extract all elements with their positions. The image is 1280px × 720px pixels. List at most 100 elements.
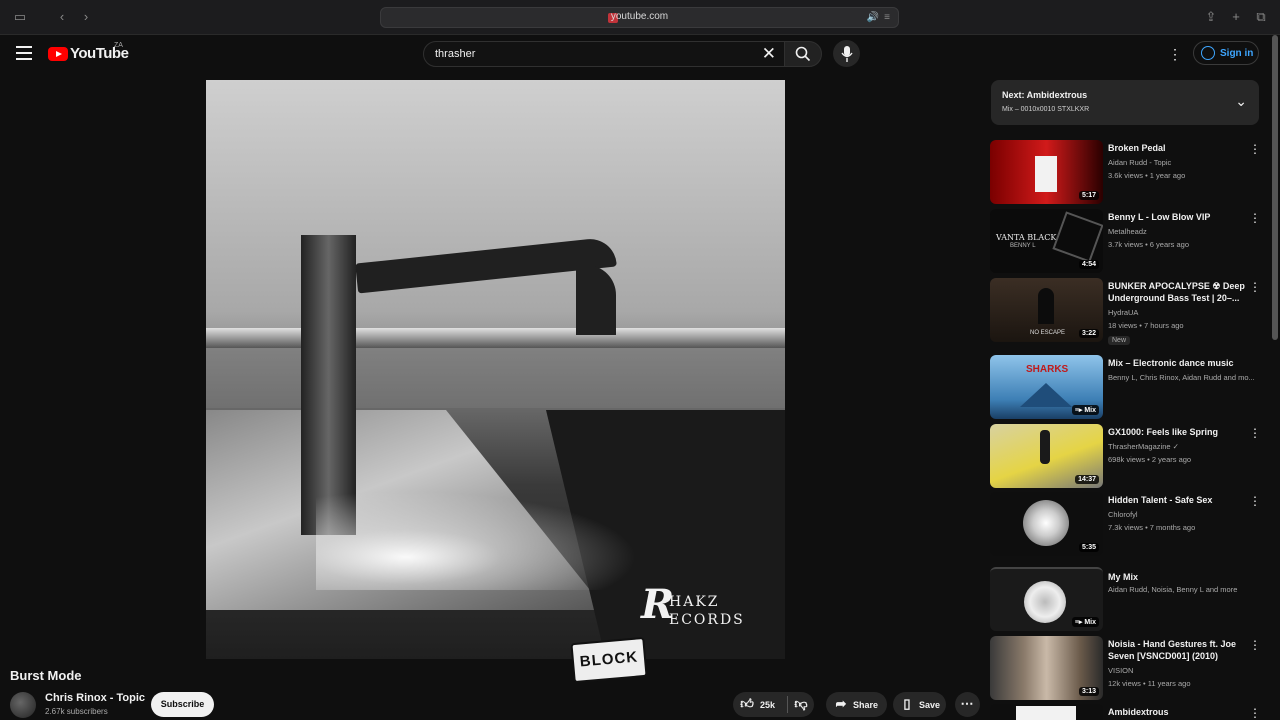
address-bar[interactable]: youtube.com 🔊 ≡ bbox=[380, 7, 899, 28]
recommendation-item[interactable]: 5:35 Hidden Talent - Safe Sex Chlorofyl … bbox=[990, 492, 1261, 558]
rec-title[interactable]: Ambidextrous bbox=[1108, 706, 1250, 718]
subscribe-button[interactable]: Subscribe bbox=[151, 692, 214, 717]
thumb-record bbox=[1023, 500, 1069, 546]
mix-label: Mix bbox=[1084, 619, 1096, 626]
video-thumbnail[interactable]: 3:13 bbox=[990, 636, 1103, 700]
rec-channel: Aidan Rudd, Noisia, Benny L and more bbox=[1108, 585, 1238, 594]
bookmark-icon: ▯ bbox=[903, 696, 911, 711]
rec-channel[interactable]: Metalheadz bbox=[1108, 227, 1258, 236]
menu-icon[interactable] bbox=[16, 46, 32, 60]
sign-in-label: Sign in bbox=[1220, 48, 1254, 59]
rec-channel[interactable]: ThrasherMagazine ✓ bbox=[1108, 442, 1258, 451]
video-player[interactable]: R HAKZ ECORDS bbox=[206, 80, 785, 659]
rec-title[interactable]: Broken Pedal bbox=[1108, 142, 1250, 154]
rec-menu-icon[interactable]: ⋮ bbox=[1249, 142, 1261, 156]
rec-title[interactable]: Mix – Electronic dance music bbox=[1108, 357, 1250, 369]
video-thumbnail[interactable]: 14:37 bbox=[990, 424, 1103, 488]
rec-meta: 3.7k views • 6 years ago bbox=[1108, 240, 1189, 249]
mix-label: Mix bbox=[1084, 407, 1096, 414]
rec-title[interactable]: BUNKER APOCALYPSE ☢ Deep Underground Bas… bbox=[1108, 280, 1250, 304]
share-button[interactable]: ➦ Share bbox=[826, 692, 887, 717]
rec-menu-icon[interactable]: ⋮ bbox=[1249, 494, 1261, 508]
like-icon[interactable]: 👍︎ bbox=[740, 697, 754, 711]
recommendation-item[interactable]: 5:17 Broken Pedal Aidan Rudd - Topic 3.6… bbox=[990, 140, 1261, 206]
channel-name[interactable]: Chris Rinox - Topic bbox=[45, 692, 145, 704]
duration-badge: 3:13 bbox=[1078, 687, 1099, 696]
rec-menu-icon[interactable]: ⋮ bbox=[1249, 280, 1261, 294]
search-button[interactable] bbox=[784, 41, 822, 67]
like-dislike-group: 👍︎ 25k 👎︎ bbox=[733, 692, 814, 717]
rec-menu-icon[interactable]: ⋮ bbox=[1249, 211, 1261, 225]
duration-badge: 14:37 bbox=[1075, 475, 1099, 484]
like-count[interactable]: 25k bbox=[760, 700, 775, 710]
thumb-subtext: BENNY L bbox=[1010, 243, 1036, 249]
sign-in-button[interactable]: Sign in bbox=[1193, 41, 1259, 65]
block-stamp: BLOCK bbox=[570, 636, 648, 684]
chevron-down-icon[interactable]: ⌄ bbox=[1235, 93, 1247, 110]
video-thumbnail[interactable]: 5:17 bbox=[990, 140, 1103, 204]
page-scrollbar[interactable] bbox=[1272, 35, 1278, 340]
logo-line-1: HAKZ bbox=[669, 594, 720, 610]
video-thumbnail[interactable]: NO ESCAPE 3:22 bbox=[990, 278, 1103, 342]
next-up-card[interactable]: Next: Ambidextrous Mix – 0010x0010 STXLK… bbox=[991, 80, 1259, 125]
rec-title[interactable]: Hidden Talent - Safe Sex bbox=[1108, 494, 1250, 506]
video-thumbnail[interactable]: VANTA BLACK BENNY L 4:54 bbox=[990, 209, 1103, 273]
rec-channel[interactable]: HydraUA bbox=[1108, 308, 1258, 317]
rec-title[interactable]: GX1000: Feels like Spring bbox=[1108, 426, 1250, 438]
recommendation-item[interactable]: Ambidextrous ⋮ bbox=[990, 704, 1261, 720]
search-input[interactable]: thrasher ✕ bbox=[423, 41, 785, 67]
mic-icon bbox=[841, 46, 853, 62]
rec-channel[interactable]: Chlorofyl bbox=[1108, 510, 1258, 519]
rec-menu-icon[interactable]: ⋮ bbox=[1249, 426, 1261, 440]
rec-channel[interactable]: VISION bbox=[1108, 666, 1258, 675]
back-icon[interactable]: ‹ bbox=[54, 9, 70, 25]
tabs-overview-icon[interactable]: ⧉ bbox=[1253, 9, 1269, 25]
rec-title[interactable]: My Mix bbox=[1108, 571, 1250, 583]
rec-menu-icon[interactable]: ⋮ bbox=[1249, 706, 1261, 720]
search-value: thrasher bbox=[435, 48, 476, 60]
new-tab-icon[interactable]: + bbox=[1228, 9, 1244, 25]
recommendation-item[interactable]: NO ESCAPE 3:22 BUNKER APOCALYPSE ☢ Deep … bbox=[990, 278, 1261, 352]
rec-meta: 698k views • 2 years ago bbox=[1108, 455, 1192, 464]
video-thumbnail[interactable] bbox=[990, 704, 1103, 720]
search-icon bbox=[795, 46, 811, 62]
rec-title[interactable]: Benny L - Low Blow VIP bbox=[1108, 211, 1250, 223]
save-button[interactable]: ▯ Save bbox=[893, 692, 946, 717]
channel-avatar[interactable] bbox=[10, 692, 36, 718]
video-thumbnail[interactable]: 5:35 bbox=[990, 492, 1103, 556]
thumb-record bbox=[1024, 581, 1066, 623]
duration-badge: 5:17 bbox=[1078, 191, 1099, 200]
next-subtitle: Mix – 0010x0010 STXLKXR bbox=[1002, 106, 1090, 113]
rec-meta: 12k views • 11 years ago bbox=[1108, 679, 1191, 688]
video-thumbnail[interactable]: SHARKS ≡▸ Mix bbox=[990, 355, 1103, 419]
share-page-icon[interactable]: ⇪ bbox=[1203, 9, 1219, 25]
forward-icon[interactable]: › bbox=[78, 9, 94, 25]
rec-channel[interactable]: Aidan Rudd - Topic bbox=[1108, 158, 1258, 167]
sidebar-toggle-icon[interactable]: ▭ bbox=[12, 9, 28, 25]
recommendation-item[interactable]: ≡▸ Mix My Mix Aidan Rudd, Noisia, Benny … bbox=[990, 567, 1260, 633]
clear-icon[interactable]: ✕ bbox=[762, 44, 776, 64]
video-title: Burst Mode bbox=[10, 668, 82, 683]
recommendation-item[interactable]: VANTA BLACK BENNY L 4:54 Benny L - Low B… bbox=[990, 209, 1261, 275]
voice-search-button[interactable] bbox=[833, 40, 860, 67]
rec-menu-icon[interactable]: ⋮ bbox=[1249, 638, 1261, 652]
more-icon: ⋯ bbox=[960, 696, 974, 711]
video-thumbnail[interactable]: ≡▸ Mix bbox=[990, 567, 1103, 631]
youtube-logo[interactable]: YouTube ZA bbox=[48, 42, 129, 65]
reader-icon[interactable]: ≡ bbox=[879, 10, 895, 26]
rec-meta: 3.6k views • 1 year ago bbox=[1108, 171, 1186, 180]
art-rail bbox=[206, 328, 785, 348]
duration-badge: 3:22 bbox=[1078, 329, 1099, 338]
dislike-icon[interactable]: 👎︎ bbox=[794, 697, 808, 711]
rec-meta: 18 views • 7 hours ago bbox=[1108, 321, 1184, 330]
logo-line-2: ECORDS bbox=[669, 612, 745, 628]
more-actions-button[interactable]: ⋯ bbox=[955, 692, 980, 717]
recommendation-item[interactable]: SHARKS ≡▸ Mix Mix – Electronic dance mus… bbox=[990, 355, 1260, 421]
recommendation-item[interactable]: 14:37 GX1000: Feels like Spring Thrasher… bbox=[990, 424, 1261, 490]
new-badge: New bbox=[1108, 336, 1131, 345]
settings-menu-icon[interactable]: ⋮ bbox=[1168, 45, 1182, 63]
rec-title[interactable]: Noisia - Hand Gestures ft. Joe Seven [VS… bbox=[1108, 638, 1250, 662]
thumb-shark-fin bbox=[1020, 383, 1072, 407]
recommendation-item[interactable]: 3:13 Noisia - Hand Gestures ft. Joe Seve… bbox=[990, 636, 1261, 702]
art-sparks bbox=[316, 480, 676, 590]
